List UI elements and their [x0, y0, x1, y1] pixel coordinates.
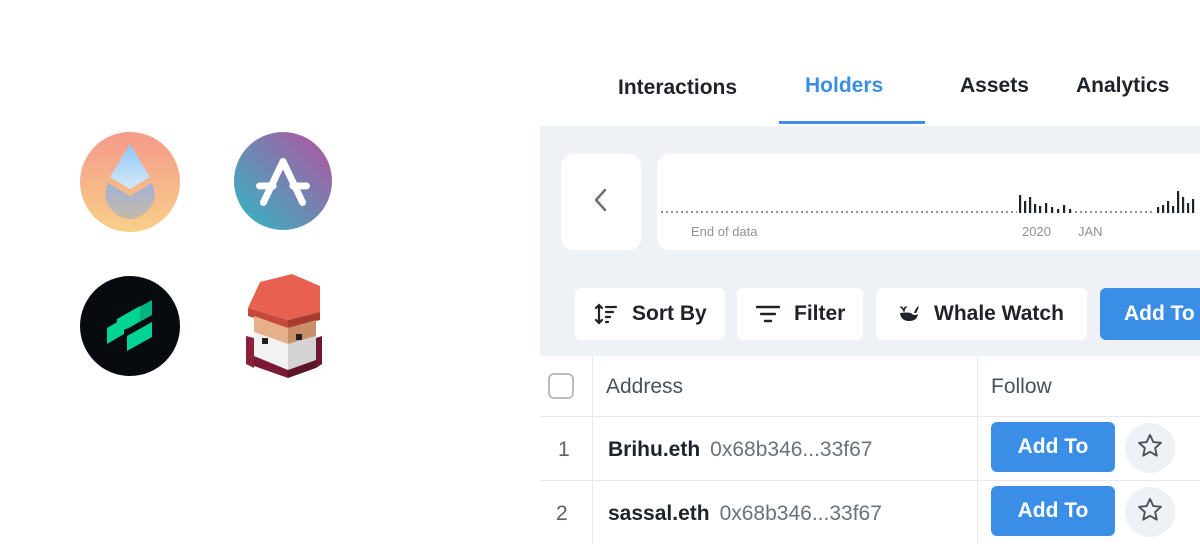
- holder-name: Brihu.eth: [608, 438, 701, 461]
- follow-star-button[interactable]: [1125, 423, 1175, 473]
- timeline-activity-tick: [1045, 203, 1048, 213]
- timeline-activity-tick: [1172, 206, 1175, 213]
- timeline-activity-tick: [1029, 197, 1032, 213]
- aave-logo: [234, 132, 332, 230]
- whale-watch-button[interactable]: Whale Watch: [876, 288, 1087, 340]
- tab-bar: Interactions Holders Assets Analytics: [540, 60, 1200, 126]
- sort-icon: [594, 302, 618, 326]
- holder-address: 0x68b346...33f67: [719, 502, 882, 525]
- whale-icon: [898, 305, 920, 323]
- timeline-activity-tick: [1039, 206, 1042, 213]
- timeline-end-label: End of data: [691, 224, 758, 239]
- add-to-button[interactable]: Add To: [1100, 288, 1200, 340]
- filter-button[interactable]: Filter: [737, 288, 863, 340]
- timeline-activity-tick: [1019, 195, 1022, 213]
- tab-holders[interactable]: Holders: [805, 74, 883, 98]
- timeline-activity-tick: [1177, 191, 1180, 213]
- follow-star-button[interactable]: [1125, 487, 1175, 537]
- row-divider: [540, 416, 1200, 417]
- timeline-activity-tick: [1034, 204, 1037, 213]
- tab-analytics[interactable]: Analytics: [1076, 74, 1169, 98]
- compound-logo: [80, 276, 180, 376]
- sort-by-label: Sort By: [632, 302, 707, 325]
- lido-logo: [80, 132, 180, 232]
- holder-timeline[interactable]: End of data 2020 JAN: [657, 154, 1200, 250]
- holders-panel: End of data 2020 JAN Sort By Filter Whal…: [540, 126, 1200, 356]
- timeline-activity-tick: [1057, 209, 1060, 213]
- timeline-activity-tick: [1069, 209, 1072, 213]
- gnome-avatar: [240, 272, 324, 380]
- timeline-month-label: JAN: [1078, 224, 1103, 239]
- timeline-activity-tick: [1187, 203, 1190, 213]
- whale-watch-label: Whale Watch: [934, 302, 1064, 325]
- row-index: 2: [556, 502, 568, 525]
- timeline-year-label: 2020: [1022, 224, 1051, 239]
- table-row-holder[interactable]: Brihu.eth 0x68b346...33f67: [608, 438, 872, 462]
- timeline-activity-tick: [1162, 205, 1165, 213]
- star-icon: [1136, 432, 1164, 465]
- table-row-holder[interactable]: sassal.eth 0x68b346...33f67: [608, 502, 882, 526]
- timeline-activity-tick: [1024, 201, 1027, 213]
- column-divider: [977, 356, 978, 544]
- chevron-left-icon: [593, 187, 609, 218]
- follow-column-header: Follow: [991, 375, 1052, 398]
- timeline-activity-tick: [1157, 207, 1160, 213]
- sort-by-button[interactable]: Sort By: [575, 288, 725, 340]
- row-index: 1: [558, 438, 570, 461]
- holders-table: Address Follow 1 Brihu.eth 0x68b346...33f…: [540, 356, 1200, 544]
- holder-address: 0x68b346...33f67: [710, 438, 873, 461]
- address-column-header: Address: [606, 375, 684, 398]
- timeline-activity-tick: [1167, 201, 1170, 213]
- row-add-to-button[interactable]: Add To: [991, 486, 1115, 536]
- tab-interactions[interactable]: Interactions: [618, 76, 737, 100]
- filter-icon: [756, 304, 780, 324]
- column-divider: [592, 356, 593, 544]
- active-tab-indicator: [779, 121, 925, 124]
- row-divider: [540, 480, 1200, 481]
- timeline-activity-tick: [1182, 197, 1185, 213]
- timeline-activity-tick: [1051, 207, 1054, 213]
- star-icon: [1136, 496, 1164, 529]
- row-add-to-button[interactable]: Add To: [991, 422, 1115, 472]
- timeline-activity-tick: [1063, 205, 1066, 213]
- filter-label: Filter: [794, 302, 846, 325]
- timeline-back-button[interactable]: [561, 154, 641, 250]
- timeline-activity-tick: [1192, 199, 1195, 213]
- holder-name: sassal.eth: [608, 502, 710, 525]
- select-all-checkbox[interactable]: [548, 373, 574, 399]
- tab-assets[interactable]: Assets: [960, 74, 1029, 98]
